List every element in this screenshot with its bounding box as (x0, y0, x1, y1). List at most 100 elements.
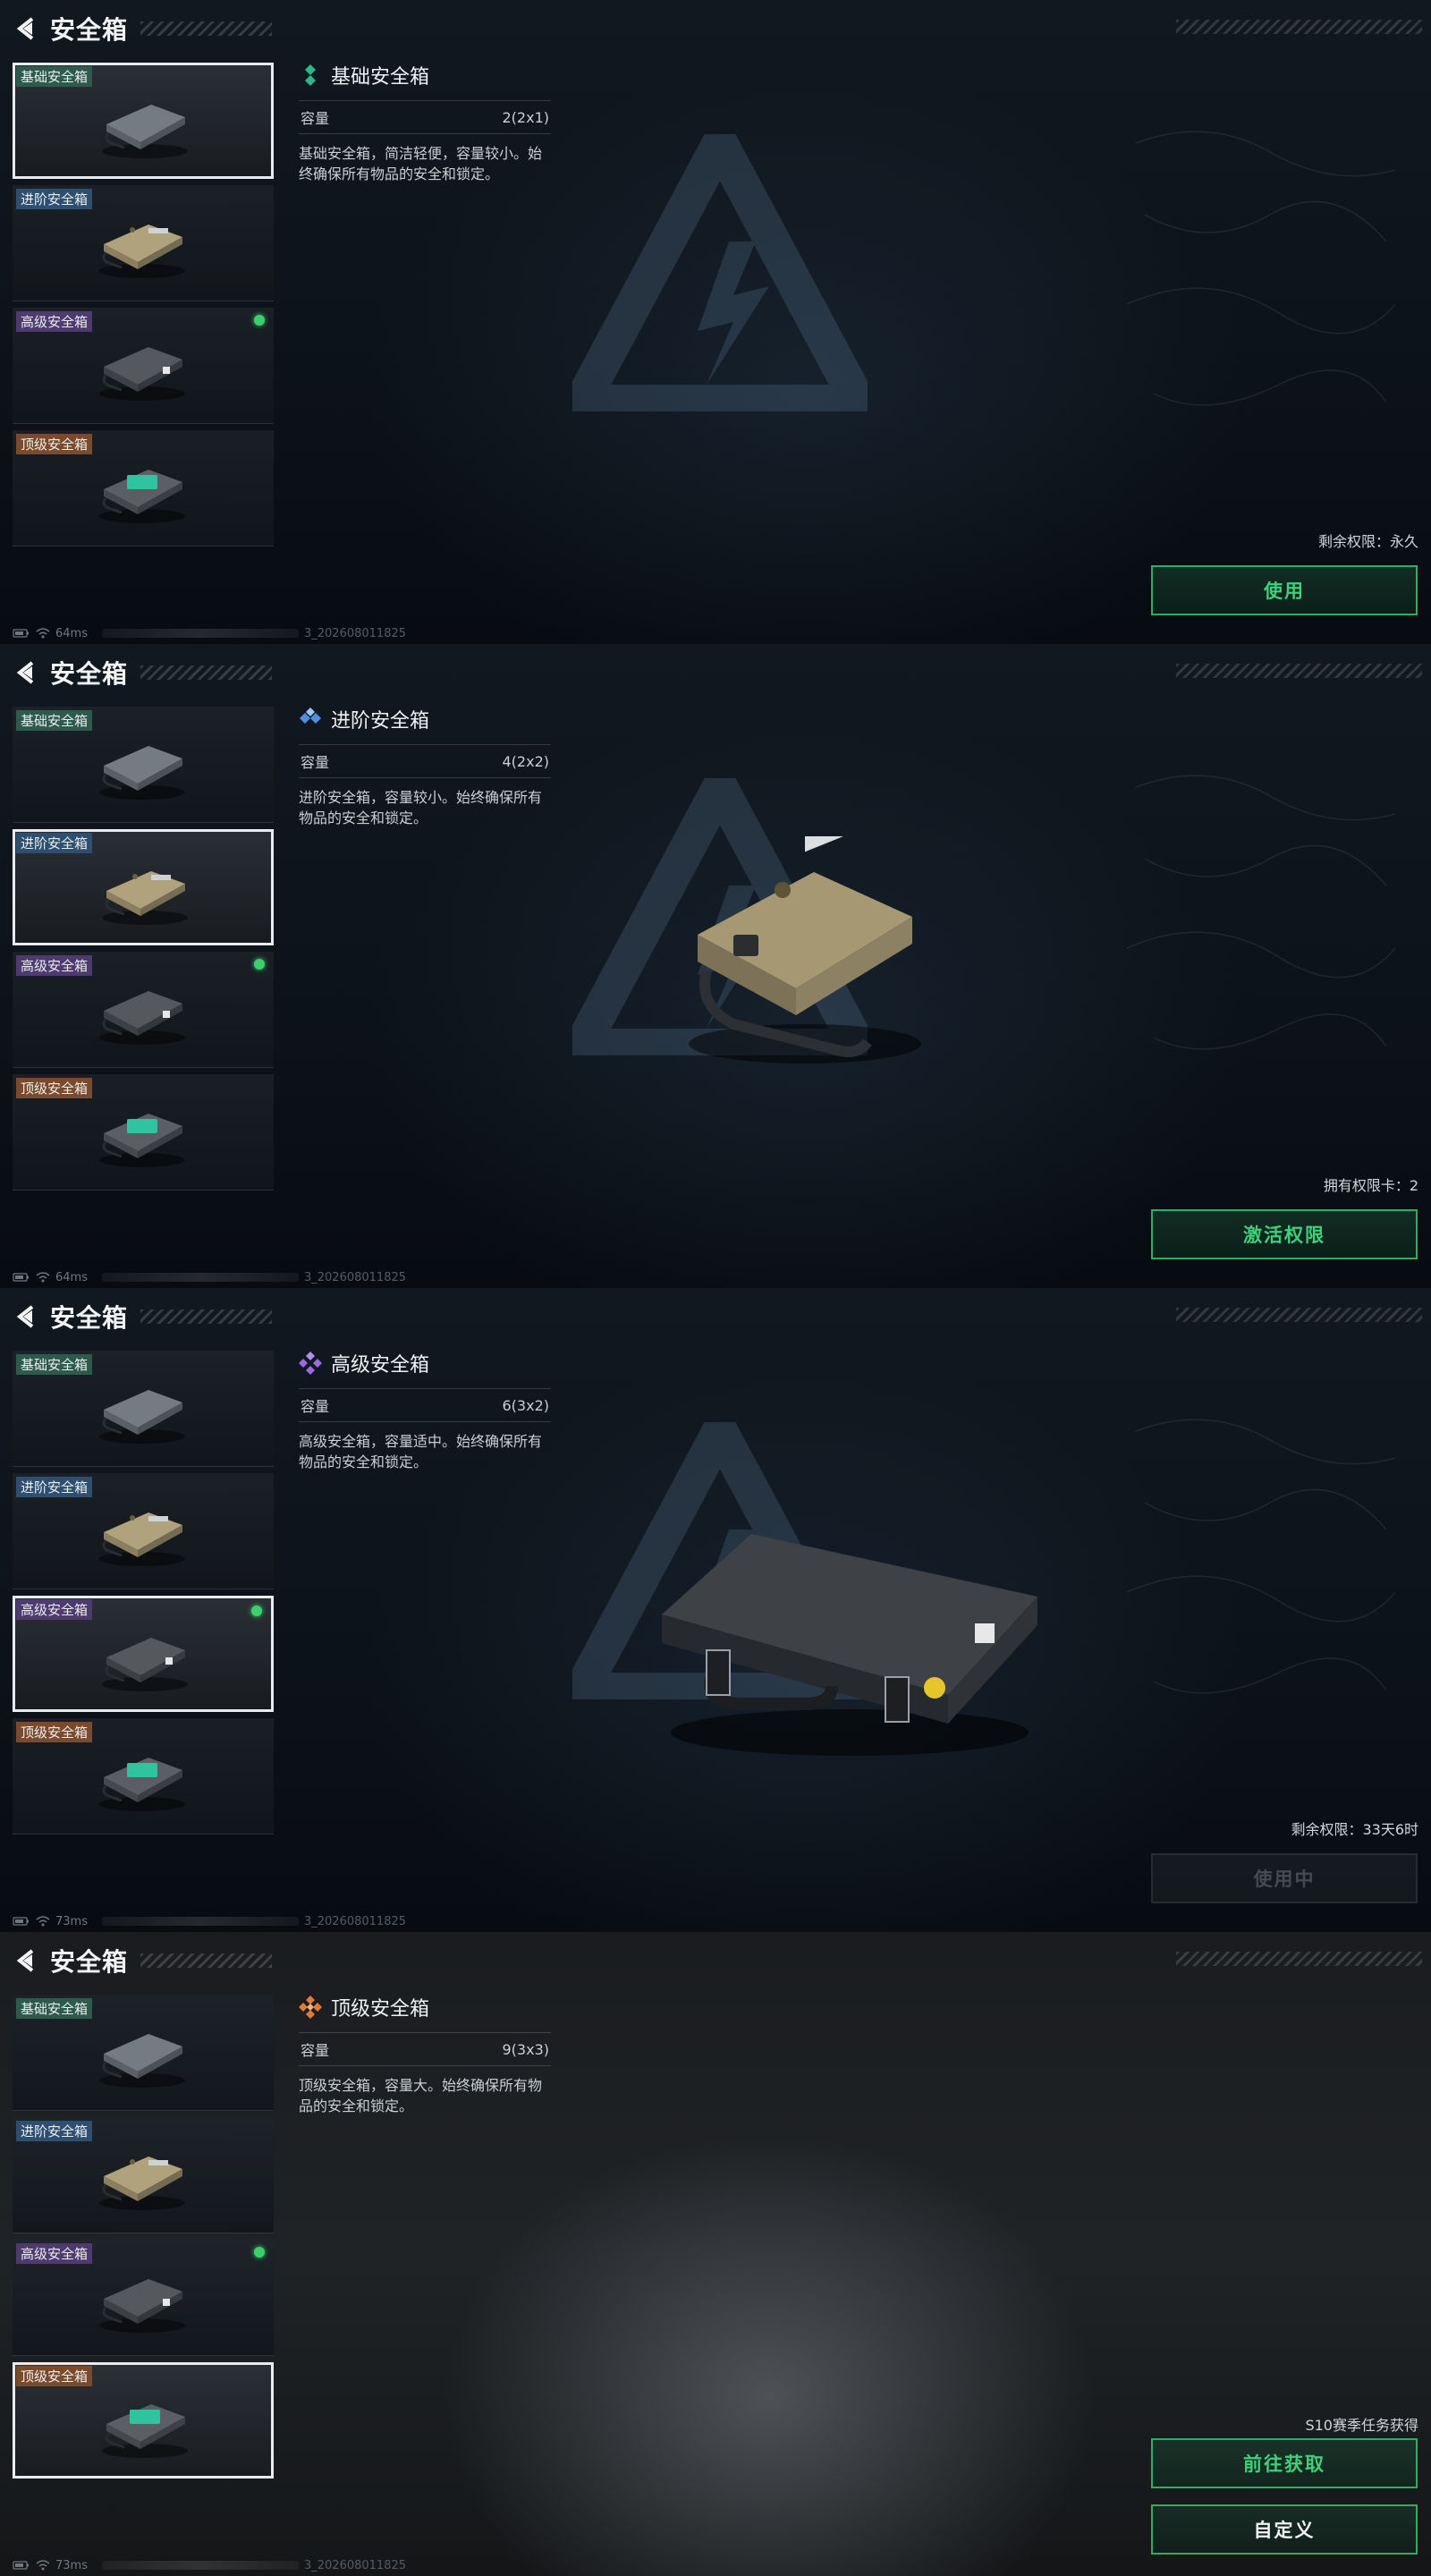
page-title: 安全箱 (50, 659, 129, 689)
back-arrow-icon[interactable] (13, 659, 39, 686)
capacity-row: 容量 9(3x3) (299, 2032, 551, 2066)
primary-action-button[interactable]: 使用 (1151, 565, 1418, 615)
rarity-diamond-icon (299, 1996, 322, 2019)
ping-value: 73ms (55, 1914, 88, 1928)
safebox-item[interactable]: 高级安全箱 (13, 2240, 274, 2356)
safebox-item[interactable]: 基础安全箱 (13, 1995, 274, 2111)
rarity-diamond-icon (299, 1352, 322, 1375)
safebox-item-label: 顶级安全箱 (16, 1078, 93, 1098)
build-number: 3_202608011825 (303, 626, 407, 640)
system-status-bar: 64ms 3_202608011825 (13, 626, 549, 640)
safebox-thumbnail (96, 92, 194, 164)
safebox-item[interactable]: 进阶安全箱 (13, 2117, 274, 2233)
safebox-item[interactable]: 基础安全箱 (13, 63, 274, 179)
safebox-item[interactable]: 基础安全箱 (13, 1351, 274, 1467)
capacity-label: 容量 (301, 2042, 330, 2059)
back-arrow-icon[interactable] (13, 1303, 39, 1330)
header-stripes-right (1176, 1308, 1422, 1322)
rarity-diamond-icon (299, 64, 322, 87)
safebox-item-label: 高级安全箱 (16, 311, 93, 332)
wifi-icon (36, 1916, 50, 1927)
redacted-info (101, 2561, 299, 2570)
safebox-item[interactable]: 顶级安全箱 (13, 1718, 274, 1835)
safebox-description: 进阶安全箱，容量较小。始终确保所有物品的安全和锁定。 (299, 789, 543, 826)
battery-icon (13, 1272, 30, 1283)
safebox-description: 基础安全箱，简洁轻便，容量较小。始终确保所有物品的安全和锁定。 (299, 145, 543, 182)
safebox-preview-image (671, 810, 939, 1072)
header-stripes (140, 665, 272, 680)
safebox-thumbnail (96, 859, 194, 930)
battery-icon (13, 2560, 30, 2571)
safebox-thumbnail (93, 2021, 191, 2093)
safebox-list: 基础安全箱 进阶安全箱 高级安全箱 顶级安全箱 (13, 707, 274, 1197)
safebox-item[interactable]: 高级安全箱 (13, 308, 274, 424)
background-map-lines (1126, 751, 1396, 1127)
safebox-name: 进阶安全箱 (331, 710, 430, 733)
safebox-thumbnail (93, 335, 191, 406)
safebox-item[interactable]: 基础安全箱 (13, 707, 274, 823)
permission-status: 剩余权限：33天6时 (1291, 1821, 1418, 1838)
safebox-thumbnail (96, 1625, 194, 1697)
header-stripes-right (1176, 1952, 1422, 1966)
safebox-thumbnail (93, 1377, 191, 1449)
redacted-info (101, 629, 299, 638)
safebox-screen-2: 安全箱 基础安全箱 进阶安全箱 高级安全箱 顶级安全箱 进阶安全箱 容量 4(2… (0, 644, 1431, 1288)
capacity-value: 9(3x3) (502, 2040, 550, 2058)
safebox-details: 进阶安全箱 容量 4(2x2) 进阶安全箱，容量较小。始终确保所有物品的安全和锁… (299, 703, 551, 828)
safebox-list: 基础安全箱 进阶安全箱 高级安全箱 顶级安全箱 (13, 1995, 274, 2485)
safebox-item-label: 顶级安全箱 (16, 1722, 93, 1742)
safebox-item[interactable]: 进阶安全箱 (13, 185, 274, 301)
header-bar: 安全箱 (13, 1299, 272, 1335)
background-map-lines (1126, 1395, 1396, 1771)
safebox-item[interactable]: 高级安全箱 (13, 1596, 274, 1712)
safebox-item[interactable]: 进阶安全箱 (13, 1473, 274, 1589)
safebox-item[interactable]: 高级安全箱 (13, 952, 274, 1068)
header-stripes-right (1176, 664, 1422, 678)
ping-value: 64ms (55, 1270, 88, 1284)
safebox-list: 基础安全箱 进阶安全箱 高级安全箱 顶级安全箱 (13, 63, 274, 553)
safebox-item-label: 进阶安全箱 (16, 2121, 93, 2141)
header-stripes (140, 1953, 272, 1968)
equipped-indicator (254, 315, 265, 326)
safebox-item-label: 高级安全箱 (16, 955, 93, 976)
primary-action-button[interactable]: 激活权限 (1151, 1209, 1418, 1259)
capacity-row: 容量 2(2x1) (299, 100, 551, 134)
safebox-item[interactable]: 进阶安全箱 (13, 829, 274, 945)
battery-icon (13, 1916, 30, 1927)
back-arrow-icon[interactable] (13, 1947, 39, 1974)
safebox-thumbnail (93, 1745, 191, 1817)
header-stripes (140, 21, 272, 36)
safebox-details: 基础安全箱 容量 2(2x1) 基础安全箱，简洁轻便，容量较小。始终确保所有物品… (299, 59, 551, 184)
capacity-row: 容量 6(3x2) (299, 1388, 551, 1422)
safebox-details: 高级安全箱 容量 6(3x2) 高级安全箱，容量适中。始终确保所有物品的安全和锁… (299, 1347, 551, 1472)
capacity-label: 容量 (301, 1398, 330, 1415)
capacity-value: 2(2x1) (502, 108, 550, 126)
safebox-name: 基础安全箱 (331, 66, 430, 89)
build-number: 3_202608011825 (303, 1270, 407, 1284)
permission-status: 剩余权限：永久 (1317, 533, 1418, 550)
system-status-bar: 73ms 3_202608011825 (13, 2558, 549, 2572)
primary-action-button[interactable]: 前往获取 (1151, 2438, 1418, 2488)
safebox-item[interactable]: 顶级安全箱 (13, 1074, 274, 1191)
redacted-info (101, 1273, 299, 1282)
battery-icon (13, 628, 30, 639)
customize-button[interactable]: 自定义 (1151, 2504, 1418, 2555)
capacity-label: 容量 (301, 754, 330, 771)
safebox-details: 顶级安全箱 容量 9(3x3) 顶级安全箱，容量大。始终确保所有物品的安全和锁定… (299, 1991, 551, 2116)
safebox-screen-1: 安全箱 基础安全箱 进阶安全箱 高级安全箱 顶级安全箱 基础安全箱 容量 2(2… (0, 0, 1431, 644)
safebox-name: 顶级安全箱 (331, 1998, 430, 2021)
capacity-label: 容量 (301, 110, 330, 127)
back-arrow-icon[interactable] (13, 15, 39, 42)
safebox-item-label: 进阶安全箱 (16, 833, 93, 853)
capacity-value: 4(2x2) (502, 752, 550, 770)
safebox-thumbnail (93, 212, 191, 284)
equipped-indicator (254, 2247, 265, 2258)
page-title: 安全箱 (50, 1947, 129, 1977)
equipped-indicator (254, 959, 265, 970)
capacity-row: 容量 4(2x2) (299, 744, 551, 778)
safebox-item[interactable]: 顶级安全箱 (13, 430, 274, 547)
safebox-item[interactable]: 顶级安全箱 (13, 2362, 274, 2479)
safebox-item-label: 进阶安全箱 (16, 1477, 93, 1497)
background-logo-icon (551, 105, 889, 420)
safebox-thumbnail (96, 2392, 194, 2463)
